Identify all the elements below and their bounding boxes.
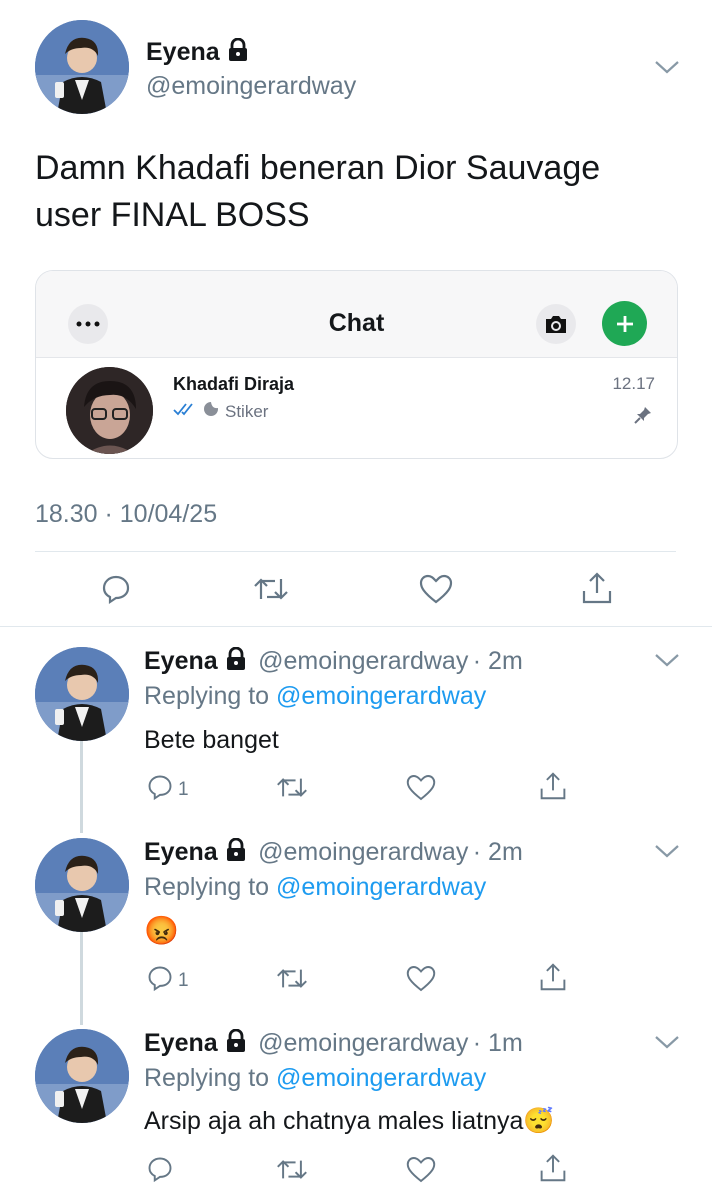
reply-count: 1 [178, 969, 189, 991]
section-divider [0, 626, 712, 627]
retweet-icon[interactable] [276, 775, 308, 805]
reply-count: 1 [178, 778, 189, 800]
replying-to: Replying to @emoingerardway [144, 682, 486, 711]
avatar[interactable] [35, 20, 129, 114]
plus-icon [602, 301, 647, 346]
sticker-icon [203, 401, 219, 422]
contact-avatar [66, 367, 153, 454]
reply-button[interactable]: 1 [146, 964, 189, 997]
reply-header: Eyena @emoingerardway · 2m [144, 646, 523, 676]
reply-time[interactable]: · 2m [473, 647, 523, 675]
reply-text: Arsip aja ah chatnya males liatnya😴 [144, 1107, 555, 1135]
tweet-text: Damn Khadafi beneran Dior Sauvage user F… [35, 149, 601, 234]
chevron-down-icon[interactable] [654, 651, 680, 674]
reply-icon[interactable] [146, 964, 174, 997]
chat-preview-text: Stiker [225, 401, 269, 421]
chevron-down-icon[interactable] [654, 842, 680, 865]
author-name[interactable]: Eyena [144, 838, 218, 866]
replying-to: Replying to @emoingerardway [144, 873, 486, 902]
replying-to-link[interactable]: @emoingerardway [276, 1064, 486, 1092]
contact-name: Khadafi Diraja [173, 374, 295, 394]
double-check-icon [173, 402, 197, 421]
author-name[interactable]: Eyena [144, 647, 218, 675]
reply-text: 😡 [144, 915, 179, 946]
chat-title: Chat [328, 309, 385, 337]
reply-header: Eyena @emoingerardway · 1m [144, 1028, 523, 1058]
reply-button[interactable] [146, 1155, 178, 1188]
share-icon[interactable] [581, 571, 613, 610]
author-name[interactable]: Eyena [144, 1029, 218, 1057]
thread-line [80, 932, 83, 1025]
share-icon[interactable] [539, 1153, 567, 1188]
avatar[interactable] [35, 838, 129, 932]
chat-header: Chat [36, 271, 677, 358]
author-handle[interactable]: @emoingerardway [258, 838, 468, 866]
replying-to: Replying to @emoingerardway [144, 1064, 486, 1093]
chat-screenshot[interactable]: Chat Khadafi Diraja Stiker 12.17 [35, 270, 678, 459]
author-handle[interactable]: @emoingerardway [258, 647, 468, 675]
avatar[interactable] [35, 647, 129, 741]
replying-to-label: Replying to [144, 873, 270, 901]
reply-icon[interactable] [100, 573, 132, 610]
replying-to-label: Replying to [144, 1064, 270, 1092]
chat-preview: Stiker [173, 401, 268, 422]
reply-icon[interactable] [146, 773, 174, 806]
reply-time[interactable]: · 1m [473, 1029, 523, 1057]
tweet-timestamp[interactable]: 18.30 · 10/04/25 [35, 500, 217, 529]
reply-text: Bete banget [144, 726, 279, 754]
lock-icon [224, 646, 248, 676]
retweet-icon[interactable] [276, 966, 308, 996]
reply-time[interactable]: · 2m [473, 838, 523, 866]
camera-icon [536, 304, 576, 344]
author-handle[interactable]: @emoingerardway [146, 72, 356, 101]
reply-button[interactable]: 1 [146, 773, 189, 806]
chat-time: 12.17 [612, 374, 655, 393]
chevron-down-icon[interactable] [654, 1033, 680, 1056]
retweet-icon[interactable] [276, 1157, 308, 1187]
pin-icon [633, 405, 653, 430]
chevron-down-icon[interactable] [654, 58, 680, 81]
share-icon[interactable] [539, 962, 567, 997]
reply-icon[interactable] [146, 1155, 174, 1188]
divider [35, 551, 676, 552]
reply-header: Eyena @emoingerardway · 2m [144, 837, 523, 867]
share-icon[interactable] [539, 771, 567, 806]
author-name-text[interactable]: Eyena [146, 38, 220, 66]
replying-to-link[interactable]: @emoingerardway [276, 873, 486, 901]
thread-line [80, 740, 83, 833]
author-name[interactable]: Eyena [146, 37, 250, 69]
like-icon[interactable] [406, 774, 436, 806]
replying-to-label: Replying to [144, 682, 270, 710]
avatar[interactable] [35, 1029, 129, 1123]
retweet-icon[interactable] [253, 575, 289, 608]
lock-icon [224, 1028, 248, 1058]
like-icon[interactable] [406, 965, 436, 997]
like-icon[interactable] [406, 1156, 436, 1188]
author-handle[interactable]: @emoingerardway [258, 1029, 468, 1057]
replying-to-link[interactable]: @emoingerardway [276, 682, 486, 710]
lock-icon [226, 37, 250, 69]
like-icon[interactable] [419, 574, 453, 609]
lock-icon [224, 837, 248, 867]
